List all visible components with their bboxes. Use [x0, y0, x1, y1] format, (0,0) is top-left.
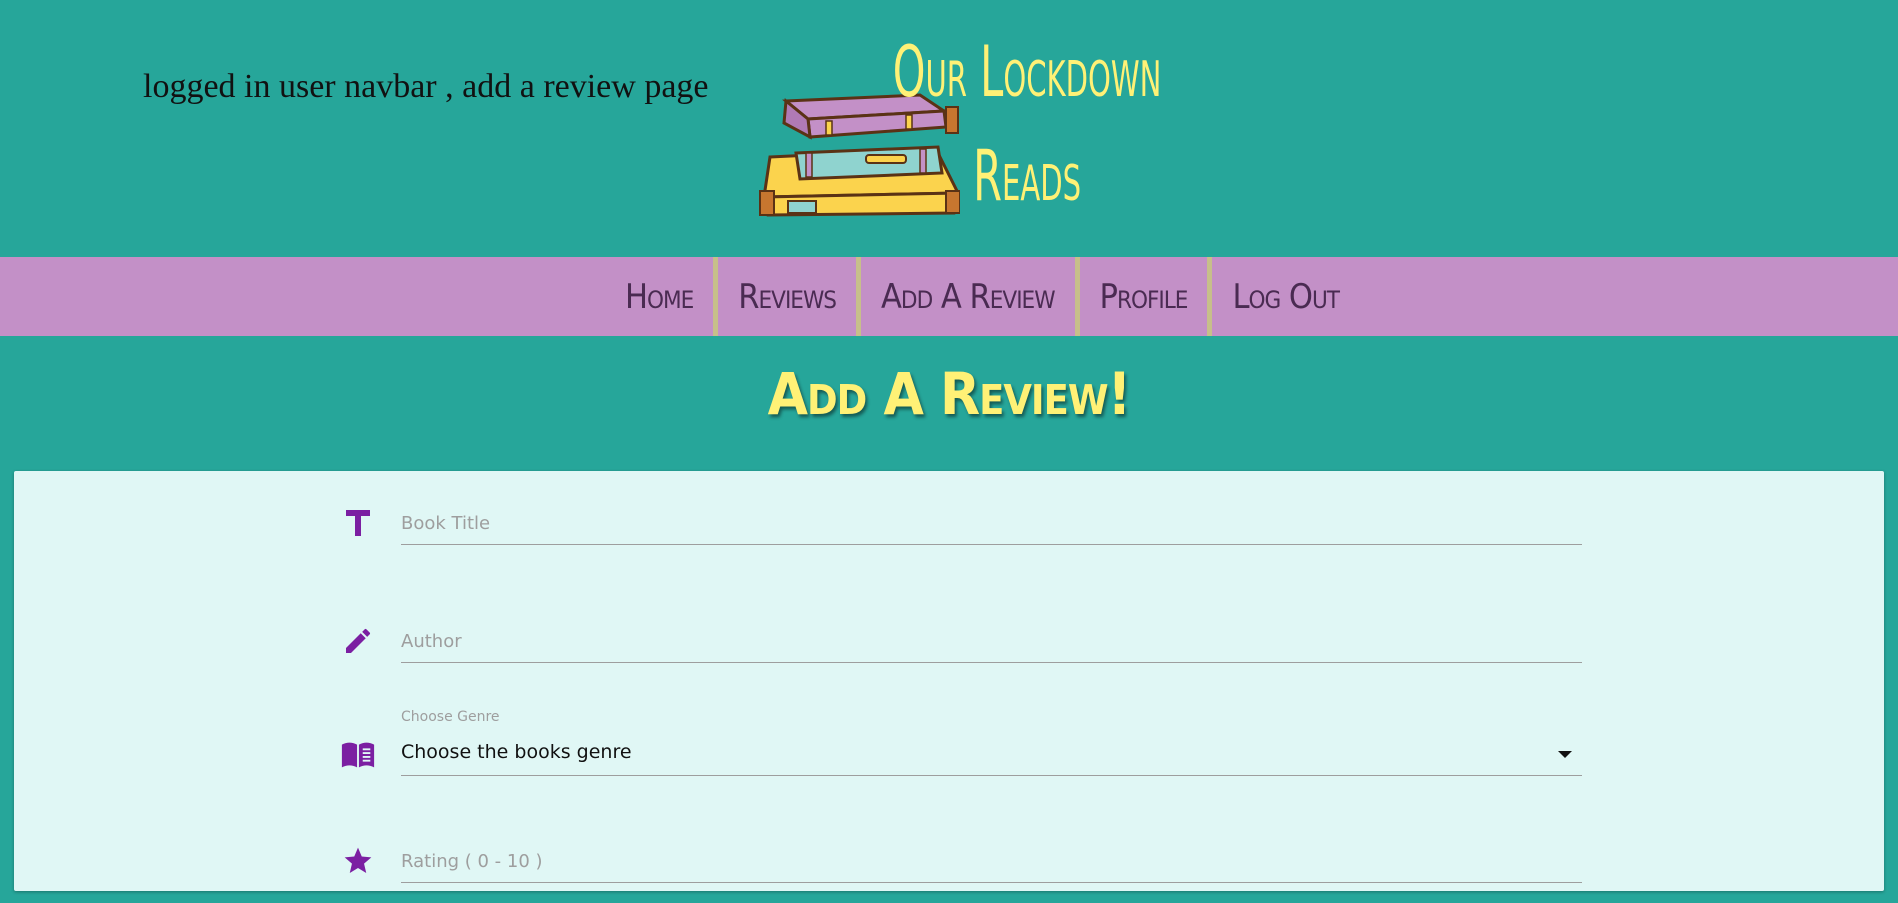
page-caption: logged in user navbar , add a review pag… — [143, 68, 709, 105]
nav-log-out[interactable]: Log Out — [1212, 257, 1359, 336]
book-title-placeholder: Book Title — [401, 513, 491, 534]
pencil-icon — [340, 623, 376, 659]
author-field: Author — [332, 623, 1582, 693]
nav-profile[interactable]: Profile — [1080, 257, 1208, 336]
title-icon — [340, 505, 376, 541]
genre-select-value: Choose the books genre — [401, 741, 632, 763]
book-title-field: Book Title — [332, 505, 1582, 575]
book-title-input[interactable]: Book Title — [401, 505, 1582, 545]
add-review-form: Book Title Author Choose Genre Choose th… — [14, 471, 1884, 891]
nav-home[interactable]: Home — [605, 257, 713, 336]
rating-field: Rating ( 0 - 10 ) — [332, 843, 1582, 903]
nav-items: Home Reviews Add A Review Profile Log Ou… — [605, 257, 1359, 336]
genre-field: Choose Genre Choose the books genre — [332, 709, 1582, 809]
brand-title[interactable]: Our Lockdown Reads — [872, 20, 1182, 228]
brand-title-line-2: Reads — [973, 135, 1082, 217]
rating-input[interactable]: Rating ( 0 - 10 ) — [401, 843, 1582, 883]
brand-title-line-1: Our Lockdown — [892, 31, 1162, 113]
book-open-icon — [340, 737, 376, 773]
author-input[interactable]: Author — [401, 623, 1582, 663]
chevron-down-icon[interactable] — [1558, 751, 1572, 758]
genre-label: Choose Genre — [401, 709, 500, 725]
nav-add-review[interactable]: Add A Review — [861, 257, 1075, 336]
main-navbar: Home Reviews Add A Review Profile Log Ou… — [0, 257, 1898, 336]
rating-placeholder: Rating ( 0 - 10 ) — [401, 851, 543, 872]
star-icon — [340, 843, 376, 879]
genre-select[interactable]: Choose the books genre — [401, 731, 1582, 776]
page-title: Add A Review! — [767, 360, 1132, 428]
nav-reviews[interactable]: Reviews — [718, 257, 856, 336]
author-placeholder: Author — [401, 631, 462, 652]
